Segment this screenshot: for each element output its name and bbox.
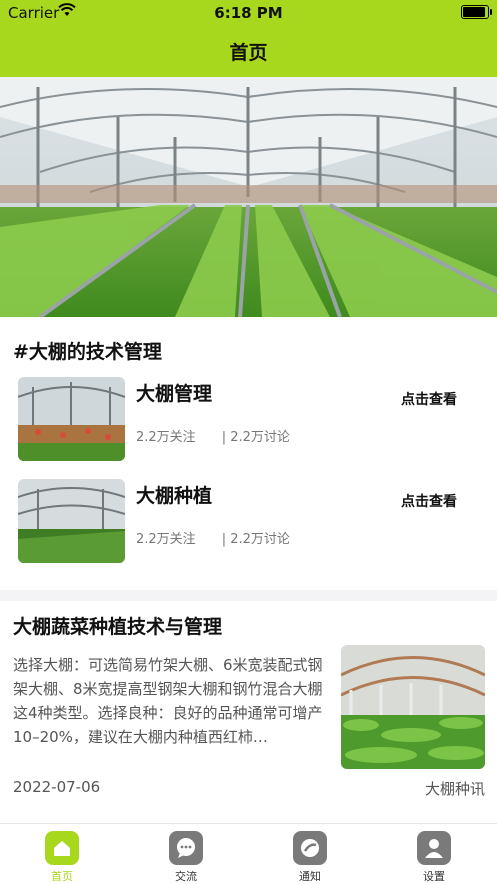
tab-notifications[interactable]: 通知 (265, 831, 355, 884)
topic-thumbnail (18, 377, 125, 461)
topic-name: 大棚管理 (136, 383, 213, 405)
discussions-count: | 2.2万讨论 (221, 430, 290, 445)
article-image (341, 645, 485, 769)
topic-stats: 2.2万关注 | 2.2万讨论 (136, 426, 290, 445)
article-date: 2022-07-06 (13, 778, 101, 796)
tab-settings[interactable]: 设置 (389, 831, 479, 884)
user-settings-icon (417, 831, 451, 865)
topic-thumbnail (18, 479, 125, 563)
followers-count: 2.2万关注 (136, 430, 196, 445)
topic-stats: 2.2万关注 | 2.2万讨论 (136, 528, 290, 547)
view-button[interactable]: 点击查看 (401, 491, 457, 511)
article-title: 大棚蔬菜种植技术与管理 (13, 616, 223, 638)
topic-name: 大棚种植 (136, 485, 213, 507)
discussions-count: | 2.2万讨论 (221, 532, 290, 547)
view-button[interactable]: 点击查看 (401, 389, 457, 409)
section-title: #大棚的技术管理 (13, 341, 162, 363)
tab-label: 设置 (423, 870, 445, 883)
battery-icon (461, 5, 492, 19)
topic-item-management[interactable]: 大棚管理 2.2万关注 | 2.2万讨论 点击查看 (18, 377, 488, 463)
article-excerpt: 选择大棚：可选简易竹架大棚、6米宽装配式钢架大棚、8米宽提高型钢架大棚和钢竹混合… (13, 656, 323, 746)
top-header: Carrier 6:18 PM 首页 (0, 0, 497, 77)
article-card[interactable]: 大棚蔬菜种植技术与管理 选择大棚：可选简易竹架大棚、6米宽装配式钢架大棚、8米宽… (0, 601, 497, 823)
tab-label: 首页 (51, 870, 73, 883)
tab-chat[interactable]: 交流 (141, 831, 231, 884)
greenhouse-banner[interactable] (0, 77, 497, 317)
tab-home[interactable]: 首页 (17, 831, 107, 884)
bottom-tab-bar: 首页 交流 通知 设置 (0, 823, 497, 884)
tech-management-section: #大棚的技术管理 大棚管理 2.2万关注 | 2.2万讨论 点击查看 大棚种植 … (0, 317, 497, 590)
followers-count: 2.2万关注 (136, 532, 196, 547)
tab-label: 通知 (299, 870, 321, 883)
clock: 6:18 PM (214, 4, 283, 22)
home-icon (45, 831, 79, 865)
status-bar: Carrier 6:18 PM (0, 0, 497, 26)
chat-icon (169, 831, 203, 865)
notification-icon (293, 831, 327, 865)
page-title: 首页 (229, 42, 268, 64)
article-category: 大棚种讯 (424, 780, 485, 798)
topic-item-planting[interactable]: 大棚种植 2.2万关注 | 2.2万讨论 点击查看 (18, 479, 488, 565)
tab-label: 交流 (175, 870, 197, 883)
